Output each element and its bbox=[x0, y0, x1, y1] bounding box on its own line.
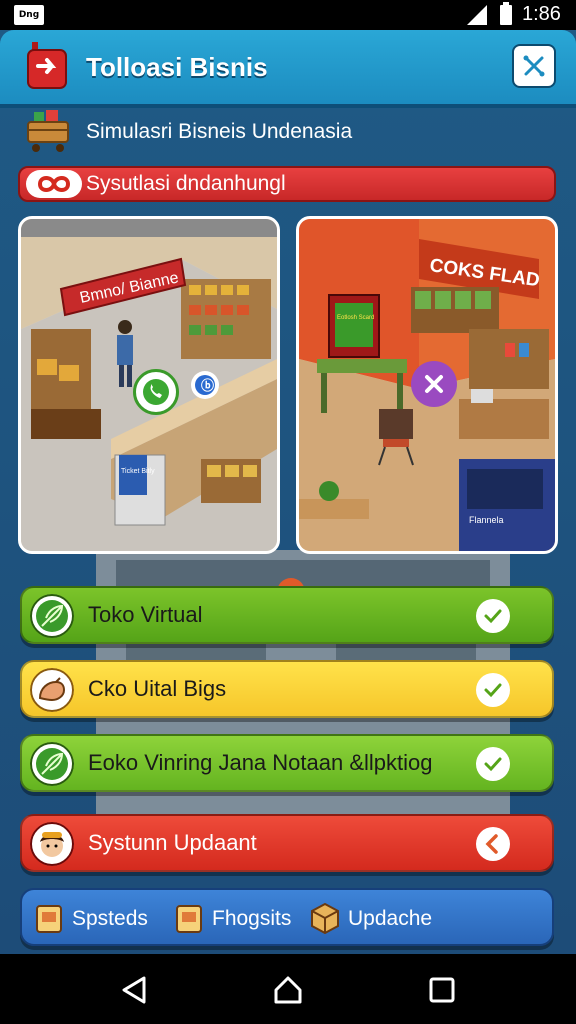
battery-icon bbox=[500, 2, 512, 25]
menu-item-system-update[interactable]: Systunn Updaant bbox=[20, 814, 554, 872]
toolbar-item-label: Fhogsits bbox=[212, 907, 292, 930]
toolbar-item-label: Updache bbox=[348, 907, 433, 930]
menu-item-label: Systunn Updaant bbox=[88, 830, 257, 855]
app-logo-icon bbox=[27, 42, 67, 89]
info-icon: ⓑ bbox=[195, 375, 215, 395]
store-preview-right[interactable]: COKS FLAD Eotlosh Scard Flannela bbox=[296, 216, 558, 554]
app-title: Tolloasi Bisnis bbox=[86, 52, 268, 82]
check-icon bbox=[476, 599, 510, 633]
check-icon bbox=[476, 747, 510, 781]
store-preview-left[interactable]: Bmno/ Bianne Ticket Bitly ⓑ bbox=[18, 216, 280, 554]
banner-text: Sysutlasi dndanhungl bbox=[86, 172, 286, 195]
menu-item-cko-uital[interactable]: Cko Uital Bigs bbox=[20, 660, 554, 718]
poster-label: Eotlosh Scard bbox=[337, 315, 374, 321]
bottom-toolbar: Spsteds Fhogsits Updache bbox=[20, 888, 554, 946]
close-icon bbox=[425, 375, 443, 393]
kiosk-label-right: Flannela bbox=[469, 515, 504, 525]
shop-cart-icon bbox=[27, 110, 69, 152]
menu-item-label: Cko Uital Bigs bbox=[88, 676, 227, 701]
back-icon[interactable] bbox=[116, 972, 152, 1008]
leaf-icon bbox=[30, 594, 74, 638]
phone-icon bbox=[143, 379, 169, 405]
recents-icon[interactable] bbox=[424, 972, 460, 1008]
status-bar: Dng 1:86 bbox=[0, 0, 576, 30]
box-icon bbox=[176, 905, 202, 933]
close-button[interactable] bbox=[512, 44, 556, 88]
app-notification-icon: Dng bbox=[14, 5, 44, 25]
signal-icon bbox=[467, 5, 487, 25]
kiosk-label-left: Ticket Bitly bbox=[121, 468, 155, 475]
menu-item-eoko-vinring[interactable]: Eoko Vinring Jana Notaan &llpktiog bbox=[20, 734, 554, 792]
moneybag-icon bbox=[30, 668, 74, 712]
app-window: Tolloasi Bisnis Simulasri Bisneis Undena… bbox=[0, 30, 576, 954]
clock: 1:86 bbox=[522, 3, 561, 25]
svg-text:ⓑ: ⓑ bbox=[201, 378, 214, 393]
toolbar-item-label: Spsteds bbox=[72, 907, 148, 930]
check-icon bbox=[476, 673, 510, 707]
alert-banner[interactable]: Sysutlasi dndanhungl bbox=[18, 166, 556, 202]
close-icon bbox=[523, 55, 545, 77]
avatar-icon bbox=[30, 822, 74, 866]
subheader-text: Simulasri Bisneis Undenasia bbox=[86, 120, 353, 143]
system-nav-bar bbox=[0, 954, 576, 1024]
menu-item-label: Toko Virtual bbox=[88, 602, 203, 627]
box-icon bbox=[311, 902, 339, 934]
menu-item-toko-virtual[interactable]: Toko Virtual bbox=[20, 586, 554, 644]
title-bar: Tolloasi Bisnis bbox=[0, 30, 576, 108]
box-icon bbox=[36, 905, 62, 933]
info-badge[interactable]: ⓑ bbox=[191, 371, 219, 399]
home-icon[interactable] bbox=[270, 972, 306, 1008]
menu-item-label: Eoko Vinring Jana Notaan &llpktiog bbox=[88, 750, 433, 775]
warning-icon bbox=[476, 827, 510, 861]
subheader: Simulasri Bisneis Undenasia bbox=[20, 108, 560, 156]
infinity-icon bbox=[26, 170, 82, 198]
leaf-icon bbox=[30, 742, 74, 786]
phone-call-button[interactable] bbox=[133, 369, 179, 415]
reject-button[interactable] bbox=[411, 361, 457, 407]
